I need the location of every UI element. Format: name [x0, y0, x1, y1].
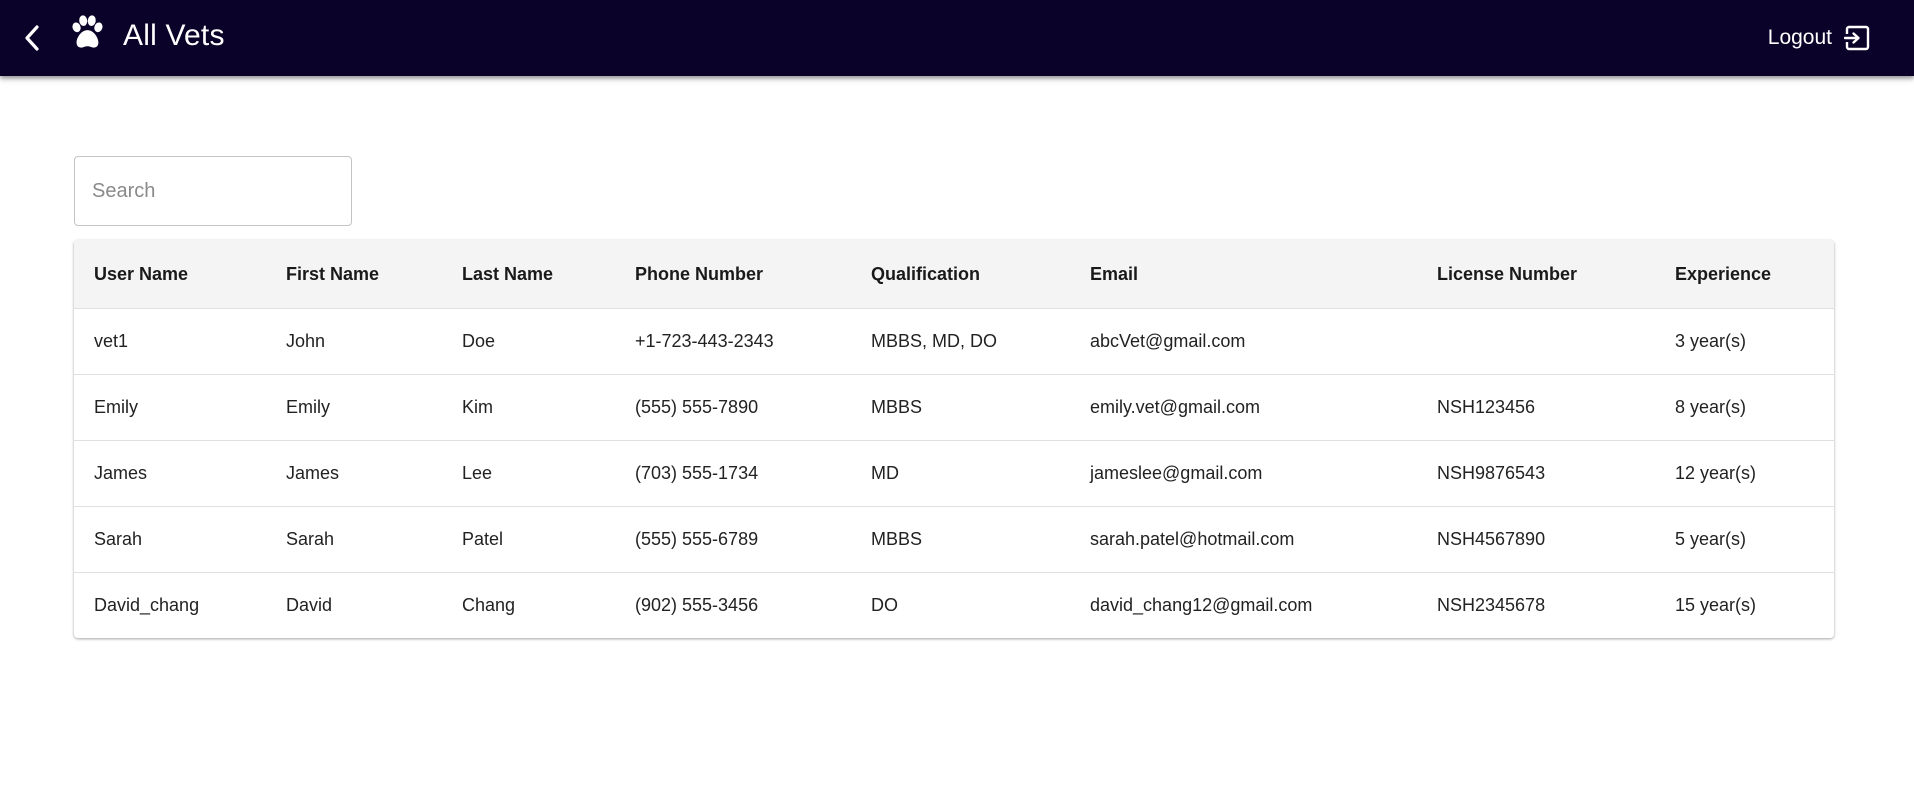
cell-user-name: David_chang: [94, 595, 200, 615]
cell-qualification: DO: [871, 595, 898, 615]
cell-license-number: NSH4567890: [1417, 506, 1655, 573]
vets-table: User Name First Name Last Name Phone Num…: [74, 240, 1834, 638]
cell-first-name: David: [286, 595, 333, 615]
cell-email: jameslee@gmail.com: [1070, 440, 1417, 507]
chevron-left-icon: [25, 25, 39, 51]
cell-first-name: James: [266, 440, 442, 507]
cell-user-name: James: [74, 440, 266, 507]
cell-experience: 3 year(s): [1655, 308, 1834, 375]
app-bar: All Vets Logout: [0, 0, 1914, 76]
cell-email: abcVet@gmail.com: [1070, 308, 1417, 375]
cell-license-number: NSH123456: [1417, 374, 1655, 441]
cell-qualification: MD: [851, 440, 1070, 507]
column-header-license-number[interactable]: License Number: [1417, 240, 1655, 309]
column-header-experience[interactable]: Experience: [1655, 240, 1834, 309]
cell-phone-number: (703) 555-1734: [615, 440, 851, 507]
logout-label: Logout: [1767, 26, 1832, 49]
table-row[interactable]: Sarah Sarah Patel (555) 555-6789 MBBS sa…: [74, 506, 1834, 573]
cell-user-name: Emily: [74, 374, 266, 441]
cell-last-name: Chang: [462, 595, 516, 615]
cell-qualification: MBBS: [851, 374, 1070, 441]
column-header-first-name[interactable]: First Name: [266, 240, 442, 309]
paw-icon: [72, 15, 103, 48]
table-row[interactable]: vet1 John Doe +1-723-443-2343 MBBS, MD, …: [74, 308, 1834, 375]
cell-license-number: [1417, 308, 1655, 375]
cell-last-name: Lee: [442, 440, 615, 507]
cell-license-number: NSH2345678: [1437, 595, 1546, 615]
cell-first-name: John: [266, 308, 442, 375]
cell-user-name: Sarah: [74, 506, 266, 573]
logout-button[interactable]: Logout: [1768, 20, 1870, 56]
cell-phone-number: (902) 555-3456: [635, 595, 759, 615]
cell-first-name: Emily: [266, 374, 442, 441]
column-header-user-name[interactable]: User Name: [74, 240, 266, 309]
cell-phone-number: (555) 555-7890: [615, 374, 851, 441]
cell-last-name: Patel: [442, 506, 615, 573]
cell-user-name: vet1: [74, 308, 266, 375]
column-header-last-name[interactable]: Last Name: [442, 240, 615, 309]
table-header-row: User Name First Name Last Name Phone Num…: [74, 240, 1834, 309]
table-row[interactable]: Emily Emily Kim (555) 555-7890 MBBS emil…: [74, 374, 1834, 441]
cell-experience: 12 year(s): [1655, 440, 1834, 507]
page-title: All Vets: [123, 19, 225, 52]
cell-experience: 15 year(s): [1675, 595, 1757, 615]
cell-license-number: NSH9876543: [1417, 440, 1655, 507]
search-field: [74, 156, 352, 226]
cell-email: emily.vet@gmail.com: [1070, 374, 1417, 441]
column-header-email[interactable]: Email: [1070, 240, 1417, 309]
search-input[interactable]: [75, 157, 351, 225]
column-header-phone-number[interactable]: Phone Number: [615, 240, 851, 309]
cell-last-name: Doe: [442, 308, 615, 375]
table-row[interactable]: David_chang David Chang (902) 555-3456 D…: [74, 573, 1834, 639]
cell-qualification: MBBS, MD, DO: [851, 308, 1070, 375]
cell-qualification: MBBS: [851, 506, 1070, 573]
cell-phone-number: (555) 555-6789: [615, 506, 851, 573]
table-row[interactable]: James James Lee (703) 555-1734 MD jamesl…: [74, 440, 1834, 507]
column-header-qualification[interactable]: Qualification: [851, 240, 1070, 309]
cell-phone-number: +1-723-443-2343: [615, 308, 851, 375]
cell-email: david_chang12@gmail.com: [1090, 595, 1313, 615]
back-button[interactable]: [18, 20, 46, 56]
logout-icon: [1844, 25, 1870, 51]
cell-first-name: Sarah: [266, 506, 442, 573]
cell-email: sarah.patel@hotmail.com: [1070, 506, 1417, 573]
cell-experience: 5 year(s): [1655, 506, 1834, 573]
cell-last-name: Kim: [442, 374, 615, 441]
cell-experience: 8 year(s): [1655, 374, 1834, 441]
